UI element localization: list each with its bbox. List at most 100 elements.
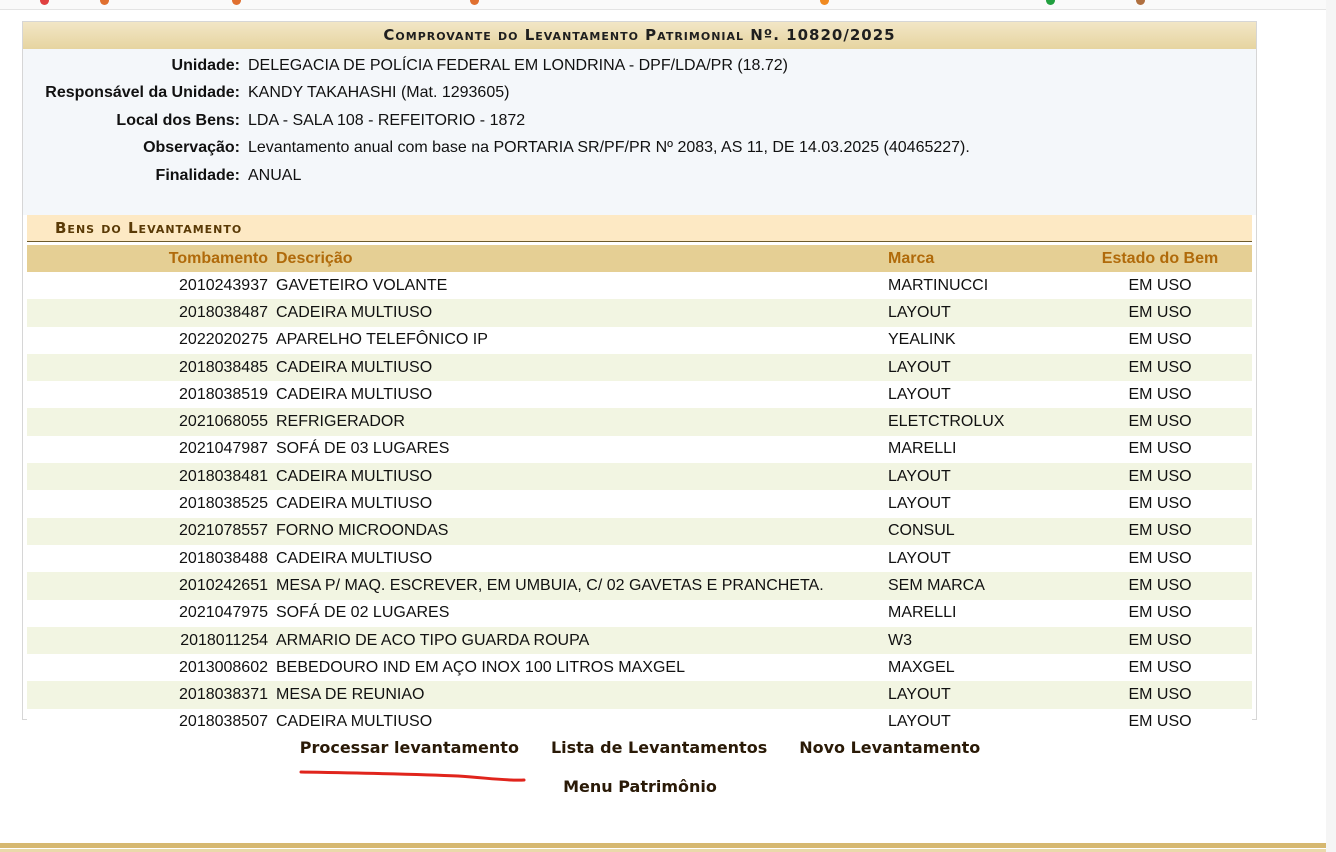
column-header-estado: Estado do Bem bbox=[1101, 249, 1219, 267]
cell-descricao: CADEIRA MULTIUSO bbox=[276, 713, 433, 731]
cell-marca: MARELLI bbox=[888, 604, 957, 622]
cell-descricao: APARELHO TELEFÔNICO IP bbox=[276, 331, 488, 349]
cell-tombamento: 2018038371 bbox=[179, 686, 268, 704]
bens-table-body: 2010243937 GAVETEIRO VOLANTE MARTINUCCI EM … bbox=[27, 272, 1252, 737]
bookmark-icon[interactable] bbox=[820, 0, 829, 5]
cell-estado: EM USO bbox=[1128, 658, 1192, 676]
processar-levantamento-link[interactable]: Processar levantamento bbox=[300, 738, 519, 757]
menu-patrimonio-link[interactable]: Menu Patrimônio bbox=[563, 777, 717, 796]
bens-table: Tombamento Descrição Marca Estado do Bem… bbox=[27, 245, 1252, 737]
cell-descricao: CADEIRA MULTIUSO bbox=[276, 495, 433, 513]
cell-tombamento: 2021047975 bbox=[179, 604, 268, 622]
table-row: 2021068055 REFRIGERADOR ELETCTROLUX EM USO bbox=[27, 408, 1252, 436]
cell-marca: LAYOUT bbox=[888, 549, 951, 567]
column-header-descricao: Descrição bbox=[276, 249, 353, 267]
cell-estado: EM USO bbox=[1128, 631, 1192, 649]
cell-marca: LAYOUT bbox=[888, 358, 951, 376]
bookmark-icon[interactable] bbox=[40, 0, 49, 5]
info-row-unidade: Unidade: DELEGACIA DE POLÍCIA FEDERAL EM… bbox=[23, 52, 1256, 79]
cell-marca: LAYOUT bbox=[888, 385, 951, 403]
info-value: KANDY TAKAHASHI (Mat. 1293605) bbox=[248, 84, 510, 102]
bookmark-icon[interactable] bbox=[470, 0, 479, 5]
bookmark-icon[interactable] bbox=[232, 0, 241, 5]
cell-tombamento: 2018038507 bbox=[179, 713, 268, 731]
cell-estado: EM USO bbox=[1128, 276, 1192, 294]
bookmark-icon[interactable] bbox=[100, 0, 109, 5]
cell-descricao: FORNO MICROONDAS bbox=[276, 522, 449, 540]
cell-tombamento: 2013008602 bbox=[179, 658, 268, 676]
cell-estado: EM USO bbox=[1128, 358, 1192, 376]
cell-estado: EM USO bbox=[1128, 576, 1192, 594]
cell-marca: LAYOUT bbox=[888, 303, 951, 321]
cell-marca: W3 bbox=[888, 631, 912, 649]
page-title: Comprovante do Levantamento Patrimonial … bbox=[23, 22, 1256, 49]
table-row: 2018038485 CADEIRA MULTIUSO LAYOUT EM USO bbox=[27, 353, 1252, 382]
cell-marca: MARTINUCCI bbox=[888, 276, 989, 294]
cell-marca: ELETCTROLUX bbox=[888, 413, 1005, 431]
info-value: Levantamento anual com base na PORTARIA … bbox=[248, 139, 970, 157]
cell-descricao: MESA P/ MAQ. ESCREVER, EM UMBUIA, C/ 02 … bbox=[276, 576, 824, 594]
cell-estado: EM USO bbox=[1128, 495, 1192, 513]
info-label: Local dos Bens: bbox=[116, 111, 240, 129]
cell-tombamento: 2018038488 bbox=[179, 549, 268, 567]
cell-descricao: SOFÁ DE 02 LUGARES bbox=[276, 604, 450, 622]
cell-tombamento: 2010243937 bbox=[179, 276, 268, 294]
cell-estado: EM USO bbox=[1128, 713, 1192, 731]
cell-marca: LAYOUT bbox=[888, 495, 951, 513]
table-row: 2010243937 GAVETEIRO VOLANTE MARTINUCCI EM … bbox=[27, 272, 1252, 300]
cell-estado: EM USO bbox=[1128, 413, 1192, 431]
cell-marca: MARELLI bbox=[888, 440, 957, 458]
cell-tombamento: 2018038525 bbox=[179, 495, 268, 513]
cell-tombamento: 2018038487 bbox=[179, 303, 268, 321]
bens-section-title: Bens do Levantamento bbox=[27, 215, 1252, 242]
table-row: 2021078557 FORNO MICROONDAS CONSUL EM USO bbox=[27, 517, 1252, 545]
cell-tombamento: 2018011254 bbox=[180, 631, 268, 649]
cell-descricao: BEBEDOURO IND EM AÇO INOX 100 LITROS MAX… bbox=[276, 658, 685, 676]
info-value: LDA - SALA 108 - REFEITORIO - 1872 bbox=[248, 111, 526, 129]
info-label: Finalidade: bbox=[155, 166, 240, 184]
bookmark-icon[interactable] bbox=[1136, 0, 1145, 5]
page-scrollbar[interactable] bbox=[1326, 0, 1336, 852]
info-label: Unidade: bbox=[171, 57, 240, 74]
cell-descricao: ARMARIO DE ACO TIPO GUARDA ROUPA bbox=[276, 631, 590, 649]
info-label: Observação: bbox=[143, 139, 240, 157]
cell-descricao: CADEIRA MULTIUSO bbox=[276, 549, 433, 567]
lista-levantamentos-link[interactable]: Lista de Levantamentos bbox=[551, 738, 767, 757]
table-row: 2018038481 CADEIRA MULTIUSO LAYOUT EM USO bbox=[27, 463, 1252, 491]
table-row: 2018011254 ARMARIO DE ACO TIPO GUARDA ROU… bbox=[27, 626, 1252, 655]
cell-tombamento: 2021047987 bbox=[179, 440, 268, 458]
table-row: 2018038525 CADEIRA MULTIUSO LAYOUT EM USO bbox=[27, 490, 1252, 518]
cell-estado: EM USO bbox=[1128, 467, 1192, 485]
info-section: Unidade: DELEGACIA DE POLÍCIA FEDERAL EM… bbox=[23, 49, 1256, 215]
cell-descricao: GAVETEIRO VOLANTE bbox=[276, 276, 448, 294]
bookmark-icon[interactable] bbox=[1046, 0, 1055, 5]
action-links: Processar levantamento Lista de Levantam… bbox=[0, 738, 1280, 757]
table-row: 2021047975 SOFÁ DE 02 LUGARES MARELLI EM US… bbox=[27, 599, 1252, 627]
column-header-tombamento: Tombamento bbox=[168, 249, 268, 267]
cell-estado: EM USO bbox=[1128, 604, 1192, 622]
browser-bookmark-strip bbox=[0, 0, 1336, 10]
cell-descricao: REFRIGERADOR bbox=[276, 413, 405, 431]
info-value: DELEGACIA DE POLÍCIA FEDERAL EM LONDRINA… bbox=[248, 57, 789, 74]
table-row: 2018038488 CADEIRA MULTIUSO LAYOUT EM USO bbox=[27, 544, 1252, 573]
cell-marca: SEM MARCA bbox=[888, 576, 985, 594]
cell-tombamento: 2022020275 bbox=[179, 331, 268, 349]
column-header-marca: Marca bbox=[888, 249, 935, 267]
cell-descricao: CADEIRA MULTIUSO bbox=[276, 385, 433, 403]
table-row: 2022020275 APARELHO TELEFÔNICO IP YEALINK E… bbox=[27, 326, 1252, 354]
cell-tombamento: 2018038519 bbox=[179, 385, 268, 403]
info-row-finalidade: Finalidade: ANUAL bbox=[23, 162, 1256, 189]
cell-descricao: CADEIRA MULTIUSO bbox=[276, 358, 433, 376]
cell-estado: EM USO bbox=[1128, 303, 1192, 321]
table-header-row: Tombamento Descrição Marca Estado do Bem bbox=[27, 245, 1252, 272]
cell-descricao: CADEIRA MULTIUSO bbox=[276, 467, 433, 485]
table-row: 2018038519 CADEIRA MULTIUSO LAYOUT EM USO bbox=[27, 381, 1252, 409]
table-row: 2018038371 MESA DE REUNIAO LAYOUT EM USO bbox=[27, 681, 1252, 709]
table-row: 2018038487 CADEIRA MULTIUSO LAYOUT EM USO bbox=[27, 299, 1252, 327]
footer-divider bbox=[0, 843, 1326, 848]
levantamento-panel: Comprovante do Levantamento Patrimonial … bbox=[22, 21, 1257, 737]
novo-levantamento-link[interactable]: Novo Levantamento bbox=[799, 738, 980, 757]
table-row: 2010242651 MESA P/ MAQ. ESCREVER, EM UMBU… bbox=[27, 572, 1252, 600]
cell-tombamento: 2010242651 bbox=[179, 576, 268, 594]
cell-marca: MAXGEL bbox=[888, 658, 955, 676]
